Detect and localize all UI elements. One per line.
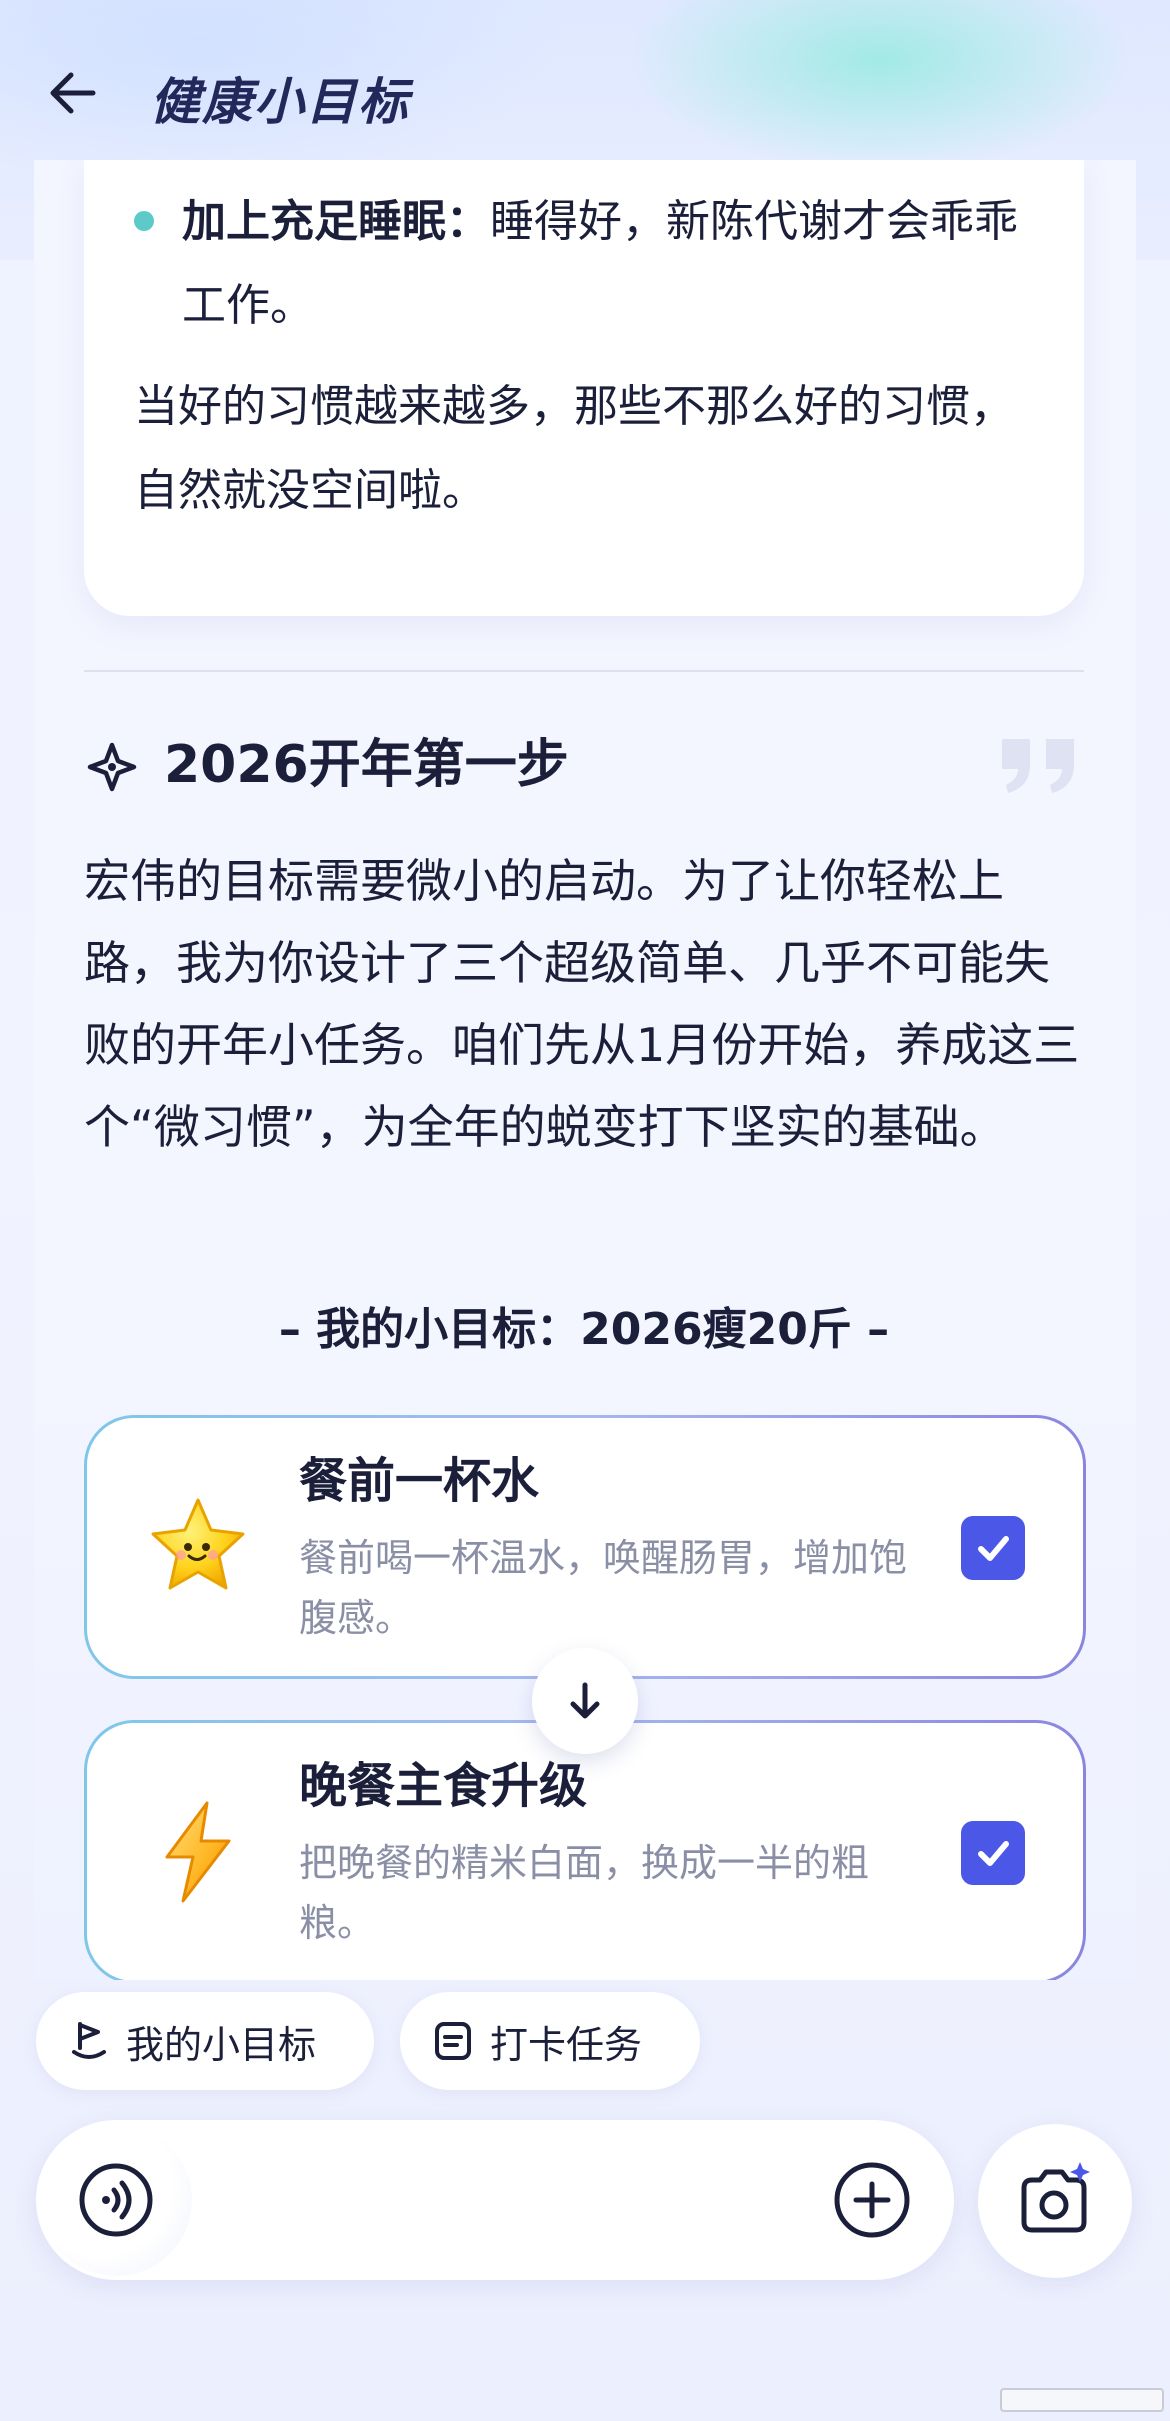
back-button[interactable] (38, 58, 108, 128)
section-title: 2026开年第一步 (164, 735, 569, 795)
suggestion-chips: 我的小目标 打卡任务 (36, 1992, 1136, 2092)
checkmark-icon (978, 1841, 1009, 1866)
lightning-icon (165, 1801, 231, 1903)
sparkle-icon (87, 742, 137, 792)
plus-icon (834, 2162, 910, 2238)
clipboard-icon (435, 2022, 471, 2060)
closing-text: 当好的习惯越来越多，那些不那么好的习惯，自然就没空间啦。 (134, 381, 1014, 516)
bullet-dot (134, 211, 154, 231)
arrow-down-icon (570, 1682, 600, 1719)
task-title: 晚餐主食升级 (299, 1758, 588, 1814)
bullet-label: 加上充足睡眠： (182, 196, 490, 247)
home-indicator (1000, 2388, 1164, 2412)
section-header: 2026开年第一步 (84, 725, 1084, 805)
flag-icon (72, 2022, 106, 2059)
previous-message-card: 加上充足睡眠：睡得好，新陈代谢才会乖乖工作。 当好的习惯越来越多，那些不那么好的… (84, 160, 1084, 616)
divider (84, 670, 1084, 672)
task-description: 把晚餐的精米白面，换成一半的粗粮。 (299, 1841, 870, 1945)
task-card[interactable]: 晚餐主食升级 把晚餐的精米白面，换成一半的粗粮。 (84, 1720, 1086, 1980)
voice-icon (79, 2163, 153, 2237)
voice-button[interactable] (40, 2124, 192, 2276)
intro-paragraph: 宏伟的目标需要微小的启动。为了让你轻松上路，我为你设计了三个超级简单、几乎不可能… (84, 854, 1080, 1154)
header: 健康小目标 (0, 0, 1170, 160)
chip-label: 我的小目标 (126, 2022, 317, 2067)
chip-label: 打卡任务 (490, 2022, 643, 2067)
quote-icon (1002, 739, 1074, 793)
chip-checkin-task[interactable]: 打卡任务 (400, 1992, 700, 2090)
star-icon (151, 1498, 245, 1590)
page-title: 健康小目标 (150, 73, 410, 131)
camera-button[interactable] (978, 2124, 1132, 2278)
task-checkbox[interactable] (961, 1516, 1025, 1580)
camera-icon (1021, 2162, 1090, 2233)
checkmark-icon (978, 1536, 1009, 1561)
task-card[interactable]: 餐前一杯水 餐前喝一杯温水，唤醒肠胃，增加饱腹感。 (84, 1415, 1086, 1679)
goal-caption: – 我的小目标：2026瘦20斤 – (278, 1304, 890, 1355)
arrow-left-icon (50, 72, 96, 114)
task-description: 餐前喝一杯温水，唤醒肠胃，增加饱腹感。 (299, 1536, 908, 1640)
chip-my-goal[interactable]: 我的小目标 (36, 1992, 374, 2090)
task-checkbox[interactable] (961, 1821, 1025, 1885)
task-title: 餐前一杯水 (299, 1453, 540, 1509)
message-input-bar[interactable] (36, 2120, 954, 2280)
scroll-to-bottom-button[interactable] (532, 1648, 638, 1754)
add-attachment-button[interactable] (830, 2158, 914, 2242)
